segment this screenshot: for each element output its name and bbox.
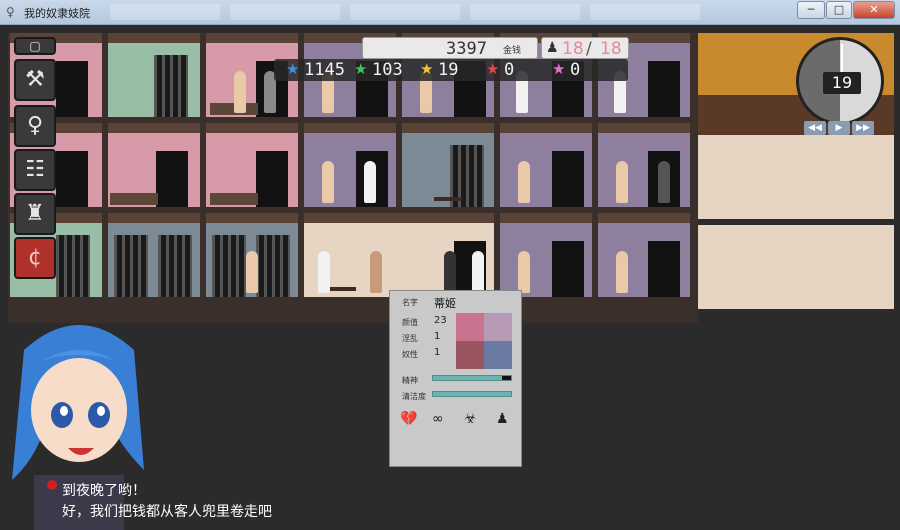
build-button[interactable]: ⚒ — [14, 59, 56, 101]
game-window: ♀ 我的奴隶妓院 ─ □ ✕ ▢ ⚒ ♀ ☷ ♜ ¢ 3397 金钱 ♟ 18 … — [0, 0, 900, 530]
girls-button[interactable]: ♀ — [14, 105, 56, 147]
star-green-value: 103 — [372, 60, 403, 80]
speed-control: ◀◀ ▶ ▶▶ — [804, 121, 874, 135]
room[interactable] — [500, 213, 592, 297]
star-green-icon: ★ — [354, 60, 368, 78]
clean-fill — [433, 392, 511, 396]
star-yellow-icon: ★ — [420, 60, 434, 78]
person-icon: ♀ — [26, 113, 44, 138]
room[interactable] — [108, 123, 200, 207]
tavern-room[interactable] — [698, 225, 894, 309]
day-clock: 19 — [796, 37, 884, 125]
spirit-fill — [433, 376, 502, 380]
star-pink-icon: ★ — [552, 60, 566, 78]
org-chart-icon: ☷ — [25, 157, 45, 182]
room[interactable] — [500, 123, 592, 207]
castle-icon: ♜ — [25, 201, 45, 226]
room[interactable] — [108, 33, 200, 117]
money-unit: 金钱 — [502, 46, 521, 56]
star-pink-value: 0 — [570, 60, 581, 80]
spirit-label: 精神 — [402, 376, 418, 385]
close-button[interactable]: ✕ — [853, 1, 895, 19]
slave-label: 奴性 — [402, 350, 418, 359]
swatch — [456, 313, 484, 341]
slave-value: 1 — [434, 347, 441, 358]
star-red-icon: ★ — [486, 60, 500, 78]
spirit-bar — [432, 375, 512, 381]
day-counter: 19 — [823, 72, 861, 94]
taskbar-ghost — [110, 4, 220, 20]
clean-bar — [432, 391, 512, 397]
name-label: 名字 — [402, 298, 418, 307]
character-name: 蒂姬 — [434, 297, 456, 310]
slow-button[interactable]: ◀◀ — [804, 121, 826, 135]
taskbar-ghost — [350, 4, 460, 20]
hammer-icon: ⚒ — [25, 67, 45, 92]
fast-button[interactable]: ▶▶ — [852, 121, 874, 135]
app-icon: ♀ — [6, 5, 15, 19]
population-separator: / — [586, 39, 592, 59]
money-value: 3397 — [446, 39, 487, 59]
person-icon: ♟ — [546, 40, 559, 56]
star-red-value: 0 — [504, 60, 515, 80]
dialogue-box[interactable]: 到夜晚了哟！ 好，我们把钱都从客人兜里卷走吧 — [0, 475, 900, 530]
room[interactable] — [304, 123, 396, 207]
room[interactable] — [304, 213, 494, 297]
spirit-rest — [501, 376, 511, 380]
color-swatch-grid — [456, 313, 512, 369]
castle-button[interactable]: ♜ — [14, 193, 56, 235]
handcuffs-icon[interactable]: ∞ — [432, 411, 444, 427]
organization-button[interactable]: ☷ — [14, 149, 56, 191]
game-canvas: ▢ ⚒ ♀ ☷ ♜ ¢ 3397 金钱 ♟ 18 / 18 ★ 1145 ★ 1… — [0, 25, 900, 530]
finance-button[interactable]: ¢ — [14, 237, 56, 279]
population-display: ♟ 18 / 18 — [541, 37, 629, 59]
swatch — [484, 313, 512, 341]
play-button[interactable]: ▶ — [828, 121, 850, 135]
taskbar-ghost — [230, 4, 340, 20]
window-title: 我的奴隶妓院 — [24, 7, 90, 20]
swatch — [484, 341, 512, 369]
lewd-value: 1 — [434, 331, 441, 342]
room[interactable] — [402, 123, 494, 207]
minimize-button[interactable]: ─ — [797, 1, 825, 19]
taskbar-ghost — [590, 4, 700, 20]
menu-icon: ▢ — [29, 39, 41, 53]
title-bar: ♀ 我的奴隶妓院 ─ □ ✕ — [0, 0, 900, 25]
biohazard-icon[interactable]: ☣ — [464, 411, 477, 427]
star-blue-value: 1145 — [304, 60, 345, 80]
room[interactable] — [206, 213, 298, 297]
room[interactable] — [108, 213, 200, 297]
population-max: 18 — [600, 39, 622, 59]
taskbar-ghost — [470, 4, 580, 20]
lewd-label: 淫乱 — [402, 334, 418, 343]
character-panel: 名字 蒂姬 颜值 23 淫乱 1 奴性 1 精神 清洁度 💔 ∞ ☣ ♟ — [389, 290, 522, 467]
looks-label: 颜值 — [402, 318, 418, 327]
room[interactable] — [206, 123, 298, 207]
stars-display: ★ 1145 ★ 103 ★ 19 ★ 0 ★ 0 — [274, 59, 628, 81]
menu-button[interactable]: ▢ — [14, 37, 56, 55]
star-yellow-value: 19 — [438, 60, 459, 80]
broken-heart-icon[interactable]: 💔 — [400, 411, 417, 427]
coin-icon: ¢ — [28, 245, 42, 270]
dialogue-line-2: 好，我们把钱都从客人兜里卷走吧 — [62, 504, 272, 520]
money-display: 3397 金钱 — [362, 37, 538, 59]
bag-icon[interactable]: ♟ — [496, 411, 509, 427]
swatch — [456, 341, 484, 369]
room[interactable] — [598, 123, 690, 207]
population-current: 18 — [562, 39, 584, 59]
dialogue-line-1: 到夜晚了哟！ — [62, 483, 146, 499]
tavern-room[interactable] — [698, 135, 894, 219]
looks-value: 23 — [434, 315, 447, 326]
maximize-button[interactable]: □ — [826, 1, 852, 19]
room[interactable] — [598, 213, 690, 297]
clean-label: 清洁度 — [402, 392, 426, 401]
star-blue-icon: ★ — [286, 60, 300, 78]
